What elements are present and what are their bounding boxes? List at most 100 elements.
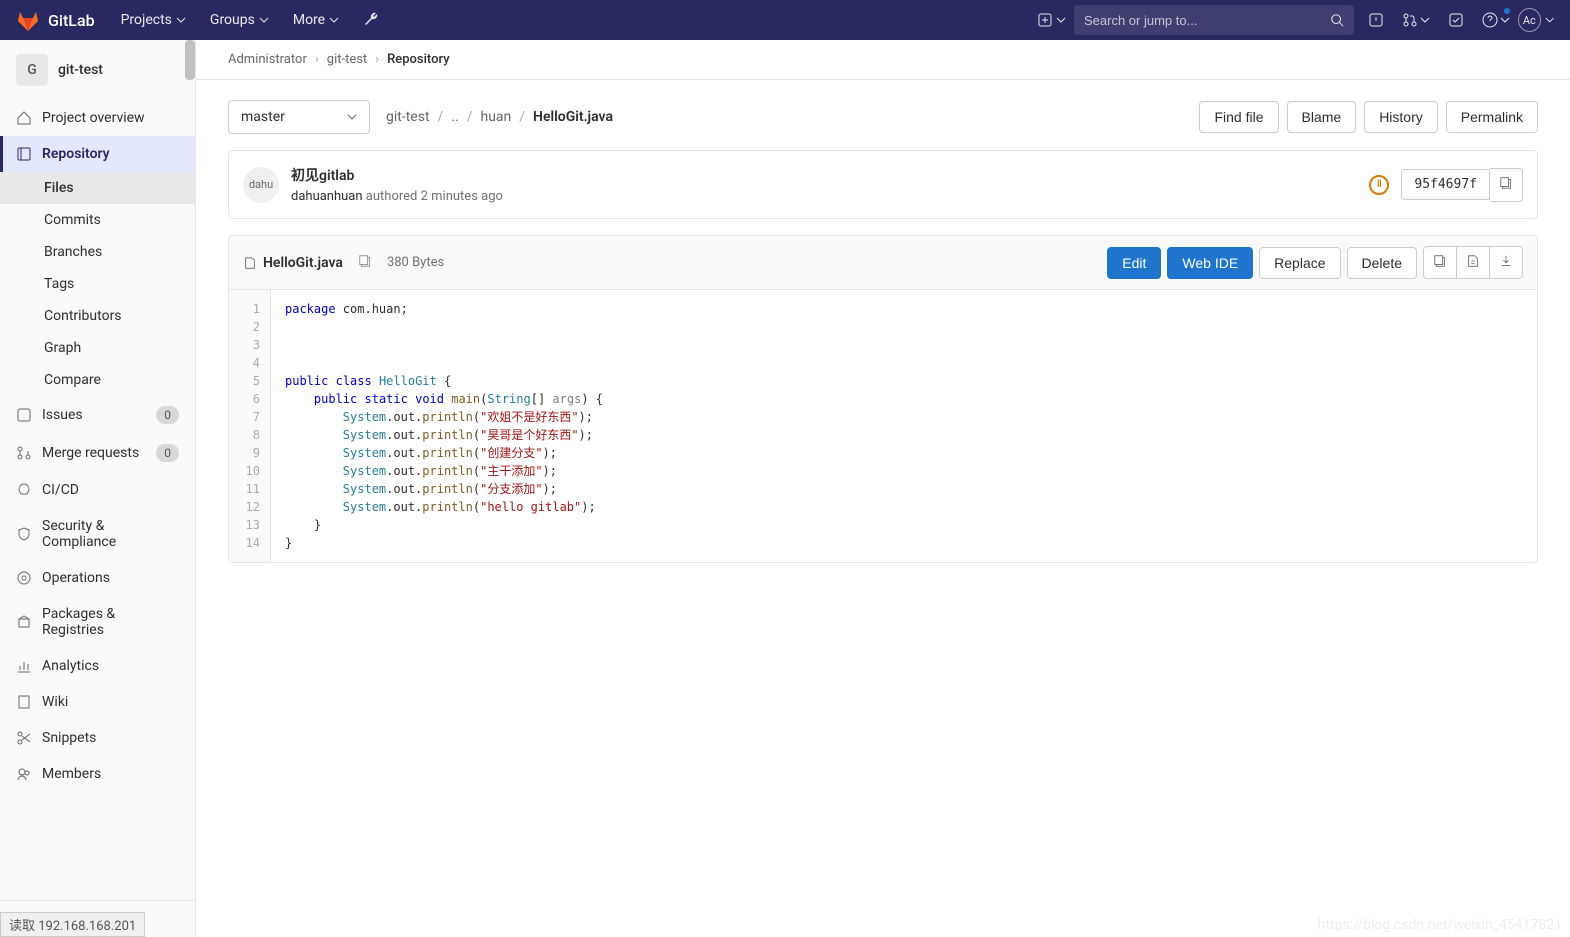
sidebar-item-analytics[interactable]: Analytics xyxy=(0,648,195,684)
path-up[interactable]: .. xyxy=(451,109,458,125)
commit-sha-box: 95f4697f xyxy=(1401,168,1523,202)
search-icon xyxy=(1330,13,1344,27)
file-top-buttons: Find file Blame History Permalink xyxy=(1199,101,1538,133)
sidebar-item-repository[interactable]: Repository xyxy=(0,136,195,172)
todo-icon xyxy=(1448,12,1464,28)
chevron-down-icon xyxy=(259,15,269,25)
gitlab-logo[interactable]: GitLab xyxy=(16,8,95,32)
copy-path-button[interactable] xyxy=(353,251,377,274)
chevron-down-icon xyxy=(1500,15,1510,25)
sidebar-item-operations[interactable]: Operations xyxy=(0,560,195,596)
browser-status-bar: 读取 192.168.168.201 xyxy=(0,912,145,937)
todos-icon-link[interactable] xyxy=(1438,2,1474,38)
plus-icon xyxy=(1038,13,1052,27)
breadcrumb-project[interactable]: git-test xyxy=(327,52,367,67)
home-icon xyxy=(16,110,32,126)
scrollbar-thumb[interactable] xyxy=(185,40,195,80)
nav-admin[interactable] xyxy=(353,0,389,40)
operations-icon xyxy=(16,570,32,586)
wrench-icon xyxy=(363,12,379,28)
sidebar-item-issues[interactable]: Issues0 xyxy=(0,396,195,434)
project-avatar: G xyxy=(16,54,48,86)
sidebar-sub-graph[interactable]: Graph xyxy=(0,332,195,364)
sidebar-sub-tags[interactable]: Tags xyxy=(0,268,195,300)
sidebar-item-members[interactable]: Members xyxy=(0,756,195,792)
commit-author-avatar[interactable]: dahu xyxy=(243,167,279,203)
project-header[interactable]: G git-test xyxy=(0,40,195,100)
breadcrumb-page[interactable]: Repository xyxy=(387,52,449,67)
sidebar-item-cicd[interactable]: CI/CD xyxy=(0,472,195,508)
sidebar-item-snippets[interactable]: Snippets xyxy=(0,720,195,756)
copy-contents-button[interactable] xyxy=(1423,246,1456,279)
breadcrumb-root[interactable]: Administrator xyxy=(228,52,307,67)
notification-dot xyxy=(1504,8,1510,14)
scissors-icon xyxy=(16,730,32,746)
nav-groups[interactable]: Groups xyxy=(200,0,279,40)
members-icon xyxy=(16,766,32,782)
top-right: Ac xyxy=(1034,2,1554,38)
commit-title[interactable]: 初见gitlab xyxy=(291,165,1357,185)
plus-dropdown[interactable] xyxy=(1034,2,1070,38)
sidebar-item-wiki[interactable]: Wiki xyxy=(0,684,195,720)
sidebar-item-merge-requests[interactable]: Merge requests0 xyxy=(0,434,195,472)
top-navbar: GitLab Projects Groups More Ac xyxy=(0,0,1570,40)
file-controls: master git-test/ ../ huan/ HelloGit.java… xyxy=(228,100,1538,134)
download-icon xyxy=(1499,254,1513,268)
main-content: Administrator› git-test› Repository mast… xyxy=(196,40,1570,937)
nav-projects[interactable]: Projects xyxy=(111,0,196,40)
watermark: https://blog.csdn.net/weixin_45417821 xyxy=(1318,917,1562,933)
commit-sha[interactable]: 95f4697f xyxy=(1401,169,1490,200)
help-dropdown[interactable] xyxy=(1478,2,1514,38)
sidebar-sub-compare[interactable]: Compare xyxy=(0,364,195,396)
find-file-button[interactable]: Find file xyxy=(1199,101,1278,133)
file-icon xyxy=(243,256,257,270)
replace-button[interactable]: Replace xyxy=(1259,247,1340,279)
pipeline-status-pending-icon[interactable]: ‖ xyxy=(1369,175,1389,195)
copy-sha-button[interactable] xyxy=(1490,168,1523,202)
path-file: HelloGit.java xyxy=(533,109,613,125)
web-ide-button[interactable]: Web IDE xyxy=(1167,247,1253,279)
file-path: git-test/ ../ huan/ HelloGit.java xyxy=(386,109,613,125)
sidebar-sub-files[interactable]: Files xyxy=(0,172,195,204)
merge-requests-icon-link[interactable] xyxy=(1398,2,1434,38)
user-dropdown[interactable]: Ac xyxy=(1518,2,1554,38)
issues-icon-link[interactable] xyxy=(1358,2,1394,38)
sidebar-item-packages[interactable]: Packages & Registries xyxy=(0,596,195,648)
clipboard-icon xyxy=(1433,254,1447,268)
commit-right: ‖ 95f4697f xyxy=(1369,168,1523,202)
sidebar-item-security[interactable]: Security & Compliance xyxy=(0,508,195,560)
line-numbers[interactable]: 1234567891011121314 xyxy=(229,290,271,562)
clipboard-icon xyxy=(1499,176,1513,190)
nav-more[interactable]: More xyxy=(283,0,349,40)
raw-button[interactable] xyxy=(1456,246,1489,279)
project-name: git-test xyxy=(58,62,103,78)
sidebar-sub-contributors[interactable]: Contributors xyxy=(0,300,195,332)
permalink-button[interactable]: Permalink xyxy=(1446,101,1538,133)
path-root[interactable]: git-test xyxy=(386,109,430,125)
search-box[interactable] xyxy=(1074,5,1354,35)
download-button[interactable] xyxy=(1489,246,1523,279)
user-avatar: Ac xyxy=(1518,8,1541,32)
file-header: HelloGit.java 380 Bytes Edit Web IDE Rep… xyxy=(228,235,1538,289)
history-button[interactable]: History xyxy=(1364,101,1438,133)
edit-button[interactable]: Edit xyxy=(1107,247,1161,279)
document-icon xyxy=(1466,254,1480,268)
sidebar-item-overview[interactable]: Project overview xyxy=(0,100,195,136)
merge-request-icon xyxy=(1402,12,1418,28)
sidebar-sub-commits[interactable]: Commits xyxy=(0,204,195,236)
issues-count-badge: 0 xyxy=(156,406,179,424)
package-icon xyxy=(16,614,32,630)
rocket-icon xyxy=(16,482,32,498)
sidebar-sub-branches[interactable]: Branches xyxy=(0,236,195,268)
chevron-down-icon xyxy=(329,15,339,25)
delete-button[interactable]: Delete xyxy=(1347,247,1417,279)
shield-icon xyxy=(16,526,32,542)
repository-icon xyxy=(16,146,32,162)
commit-card: dahu 初见gitlab dahuanhuan authored 2 minu… xyxy=(228,150,1538,219)
path-dir[interactable]: huan xyxy=(480,109,511,125)
file-name: HelloGit.java xyxy=(243,255,343,271)
blame-button[interactable]: Blame xyxy=(1287,101,1357,133)
branch-selector[interactable]: master xyxy=(228,100,370,134)
code-content[interactable]: package com.huan; public class HelloGit … xyxy=(271,290,617,562)
search-input[interactable] xyxy=(1084,13,1330,28)
